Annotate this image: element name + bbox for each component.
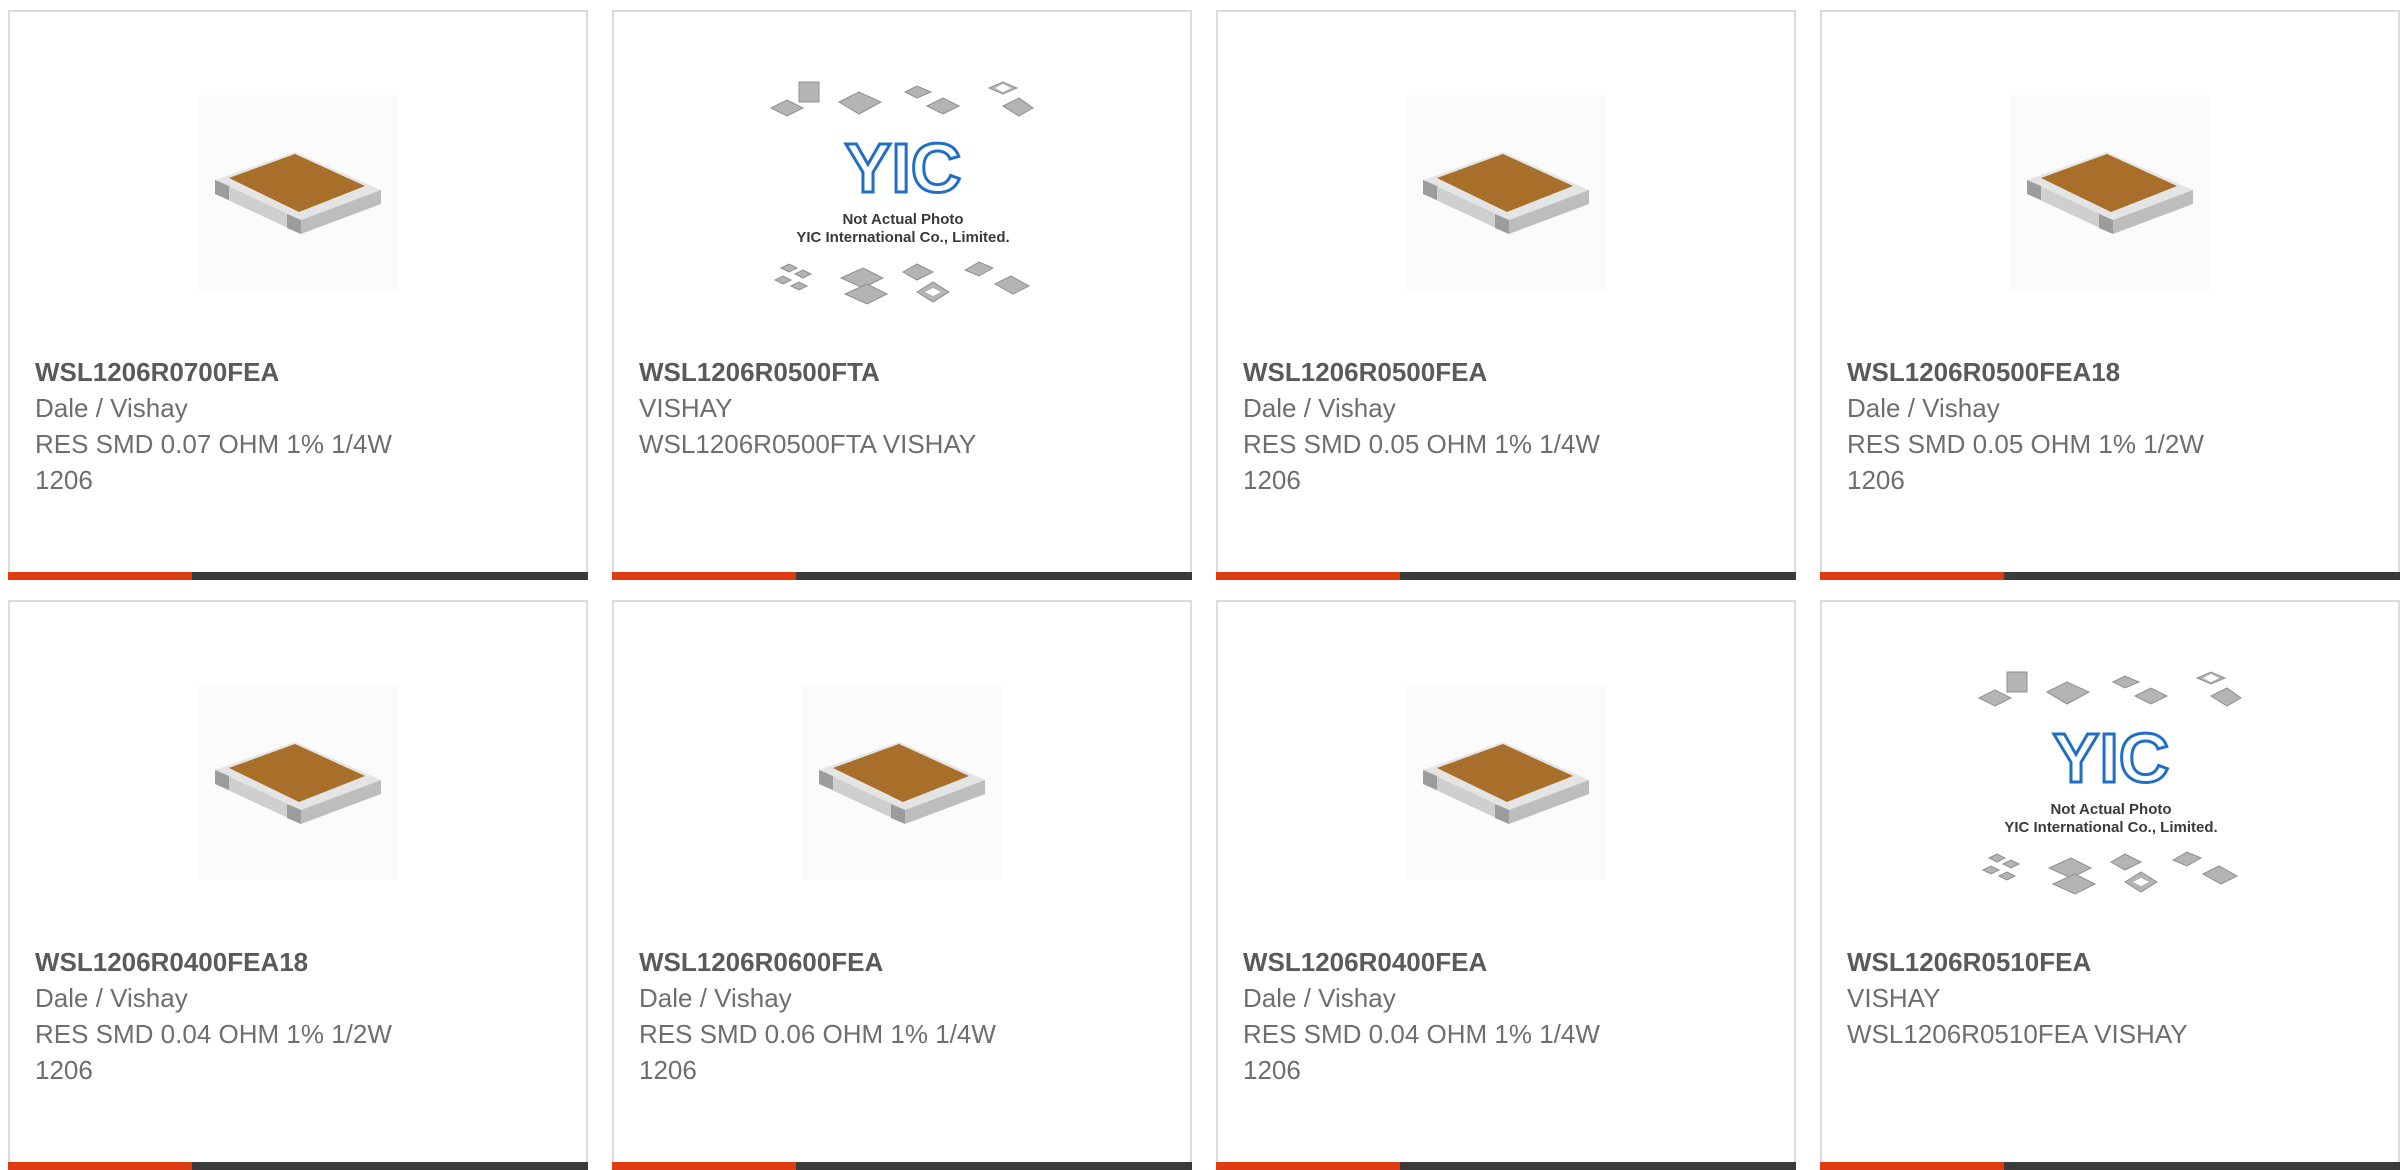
product-card[interactable]: WSL1206R0700FEA Dale / Vishay RES SMD 0.07… [8, 10, 588, 580]
description: WSL1206R0510FEA VISHAY [1847, 1019, 2188, 1049]
dark-bar-segment [1400, 572, 1796, 580]
product-info: WSL1206R0600FEA Dale / Vishay RES SMD 0.06… [639, 944, 1170, 1088]
card-bottom-bar [1216, 572, 1796, 580]
accent-bar-segment [8, 1162, 192, 1170]
not-actual-photo-image: YIC Not Actual Photo YIC International C… [769, 81, 1034, 305]
part-number-link[interactable]: WSL1206R0600FEA [639, 944, 1170, 980]
placeholder-company: YIC International Co., Limited. [796, 229, 1009, 246]
part-number-link[interactable]: WSL1206R0510FEA [1847, 944, 2378, 980]
product-info: WSL1206R0500FEA Dale / Vishay RES SMD 0.05… [1243, 354, 1774, 498]
not-actual-photo-image: YIC Not Actual Photo YIC International C… [1977, 671, 2242, 895]
resistor-chip-image [1406, 684, 1606, 880]
description: RES SMD 0.05 OHM 1% 1/2W [1847, 429, 2204, 459]
resistor-chip-icon [215, 742, 381, 824]
product-card[interactable]: WSL1206R0400FEA Dale / Vishay RES SMD 0.04… [1216, 600, 1796, 1170]
package: 1206 [1243, 465, 1301, 495]
card-bottom-bar [1216, 1162, 1796, 1170]
part-number-link[interactable]: WSL1206R0500FEA [1243, 354, 1774, 390]
manufacturer: Dale / Vishay [1243, 393, 1396, 423]
part-number-link[interactable]: WSL1206R0500FTA [639, 354, 1170, 390]
card-bottom-bar [1820, 572, 2400, 580]
product-image[interactable] [1822, 72, 2398, 312]
product-card[interactable]: WSL1206R0400FEA18 Dale / Vishay RES SMD 0.… [8, 600, 588, 1170]
accent-bar-segment [612, 1162, 796, 1170]
accent-bar-segment [1820, 572, 2004, 580]
product-info: WSL1206R0400FEA18 Dale / Vishay RES SMD 0.… [35, 944, 566, 1088]
part-number-link[interactable]: WSL1206R0400FEA18 [35, 944, 566, 980]
product-card[interactable]: WSL1206R0500FEA Dale / Vishay RES SMD 0.05… [1216, 10, 1796, 580]
dark-bar-segment [192, 572, 588, 580]
card-bottom-bar [1820, 1162, 2400, 1170]
product-grid: WSL1206R0700FEA Dale / Vishay RES SMD 0.07… [0, 0, 2400, 1170]
description: RES SMD 0.04 OHM 1% 1/4W [1243, 1019, 1600, 1049]
placeholder-caption: Not Actual Photo [2050, 801, 2171, 818]
package: 1206 [1847, 465, 1905, 495]
manufacturer: VISHAY [639, 393, 733, 423]
accent-bar-segment [1820, 1162, 2004, 1170]
resistor-chip-icon [1423, 742, 1589, 824]
product-info: WSL1206R0400FEA Dale / Vishay RES SMD 0.04… [1243, 944, 1774, 1088]
resistor-chip-image [2010, 94, 2210, 290]
card-bottom-bar [612, 572, 1192, 580]
placeholder-company: YIC International Co., Limited. [2004, 819, 2217, 836]
description: WSL1206R0500FTA VISHAY [639, 429, 977, 459]
product-image[interactable] [614, 662, 1190, 902]
dark-bar-segment [796, 572, 1192, 580]
accent-bar-segment [612, 572, 796, 580]
accent-bar-segment [1216, 1162, 1400, 1170]
dark-bar-segment [2004, 572, 2400, 580]
yic-logo: YIC [845, 129, 962, 207]
manufacturer: Dale / Vishay [35, 393, 188, 423]
card-bottom-bar [8, 1162, 588, 1170]
manufacturer: Dale / Vishay [1847, 393, 2000, 423]
description: RES SMD 0.06 OHM 1% 1/4W [639, 1019, 996, 1049]
card-bottom-bar [612, 1162, 1192, 1170]
package: 1206 [639, 1055, 697, 1085]
manufacturer: VISHAY [1847, 983, 1941, 1013]
resistor-chip-icon [215, 152, 381, 234]
yic-logo: YIC [2053, 719, 2170, 797]
resistor-chip-image [1406, 94, 1606, 290]
product-info: WSL1206R0510FEA VISHAY WSL1206R0510FEA VIS… [1847, 944, 2378, 1052]
product-image[interactable]: YIC Not Actual Photo YIC International C… [1822, 662, 2398, 902]
description: RES SMD 0.07 OHM 1% 1/4W [35, 429, 392, 459]
resistor-chip-image [198, 94, 398, 290]
accent-bar-segment [1216, 572, 1400, 580]
part-number-link[interactable]: WSL1206R0700FEA [35, 354, 566, 390]
dark-bar-segment [1400, 1162, 1796, 1170]
resistor-chip-icon [2027, 152, 2193, 234]
resistor-chip-icon [819, 742, 985, 824]
product-card[interactable]: YIC Not Actual Photo YIC International C… [1820, 600, 2400, 1170]
dark-bar-segment [2004, 1162, 2400, 1170]
package: 1206 [35, 465, 93, 495]
resistor-chip-image [198, 684, 398, 880]
card-bottom-bar [8, 572, 588, 580]
product-image[interactable] [1218, 72, 1794, 312]
resistor-chip-image [802, 684, 1002, 880]
package: 1206 [1243, 1055, 1301, 1085]
part-number-link[interactable]: WSL1206R0400FEA [1243, 944, 1774, 980]
dark-bar-segment [796, 1162, 1192, 1170]
product-card[interactable]: YIC Not Actual Photo YIC International C… [612, 10, 1192, 580]
product-image[interactable] [10, 662, 586, 902]
manufacturer: Dale / Vishay [639, 983, 792, 1013]
product-card[interactable]: WSL1206R0500FEA18 Dale / Vishay RES SMD 0.… [1820, 10, 2400, 580]
product-info: WSL1206R0500FEA18 Dale / Vishay RES SMD 0.… [1847, 354, 2378, 498]
description: RES SMD 0.05 OHM 1% 1/4W [1243, 429, 1600, 459]
placeholder-caption: Not Actual Photo [842, 211, 963, 228]
product-image[interactable] [1218, 662, 1794, 902]
product-image[interactable]: YIC Not Actual Photo YIC International C… [614, 72, 1190, 312]
part-number-link[interactable]: WSL1206R0500FEA18 [1847, 354, 2378, 390]
product-info: WSL1206R0700FEA Dale / Vishay RES SMD 0.07… [35, 354, 566, 498]
dark-bar-segment [192, 1162, 588, 1170]
package: 1206 [35, 1055, 93, 1085]
manufacturer: Dale / Vishay [35, 983, 188, 1013]
description: RES SMD 0.04 OHM 1% 1/2W [35, 1019, 392, 1049]
accent-bar-segment [8, 572, 192, 580]
manufacturer: Dale / Vishay [1243, 983, 1396, 1013]
resistor-chip-icon [1423, 152, 1589, 234]
product-image[interactable] [10, 72, 586, 312]
product-info: WSL1206R0500FTA VISHAY WSL1206R0500FTA VIS… [639, 354, 1170, 462]
product-card[interactable]: WSL1206R0600FEA Dale / Vishay RES SMD 0.06… [612, 600, 1192, 1170]
